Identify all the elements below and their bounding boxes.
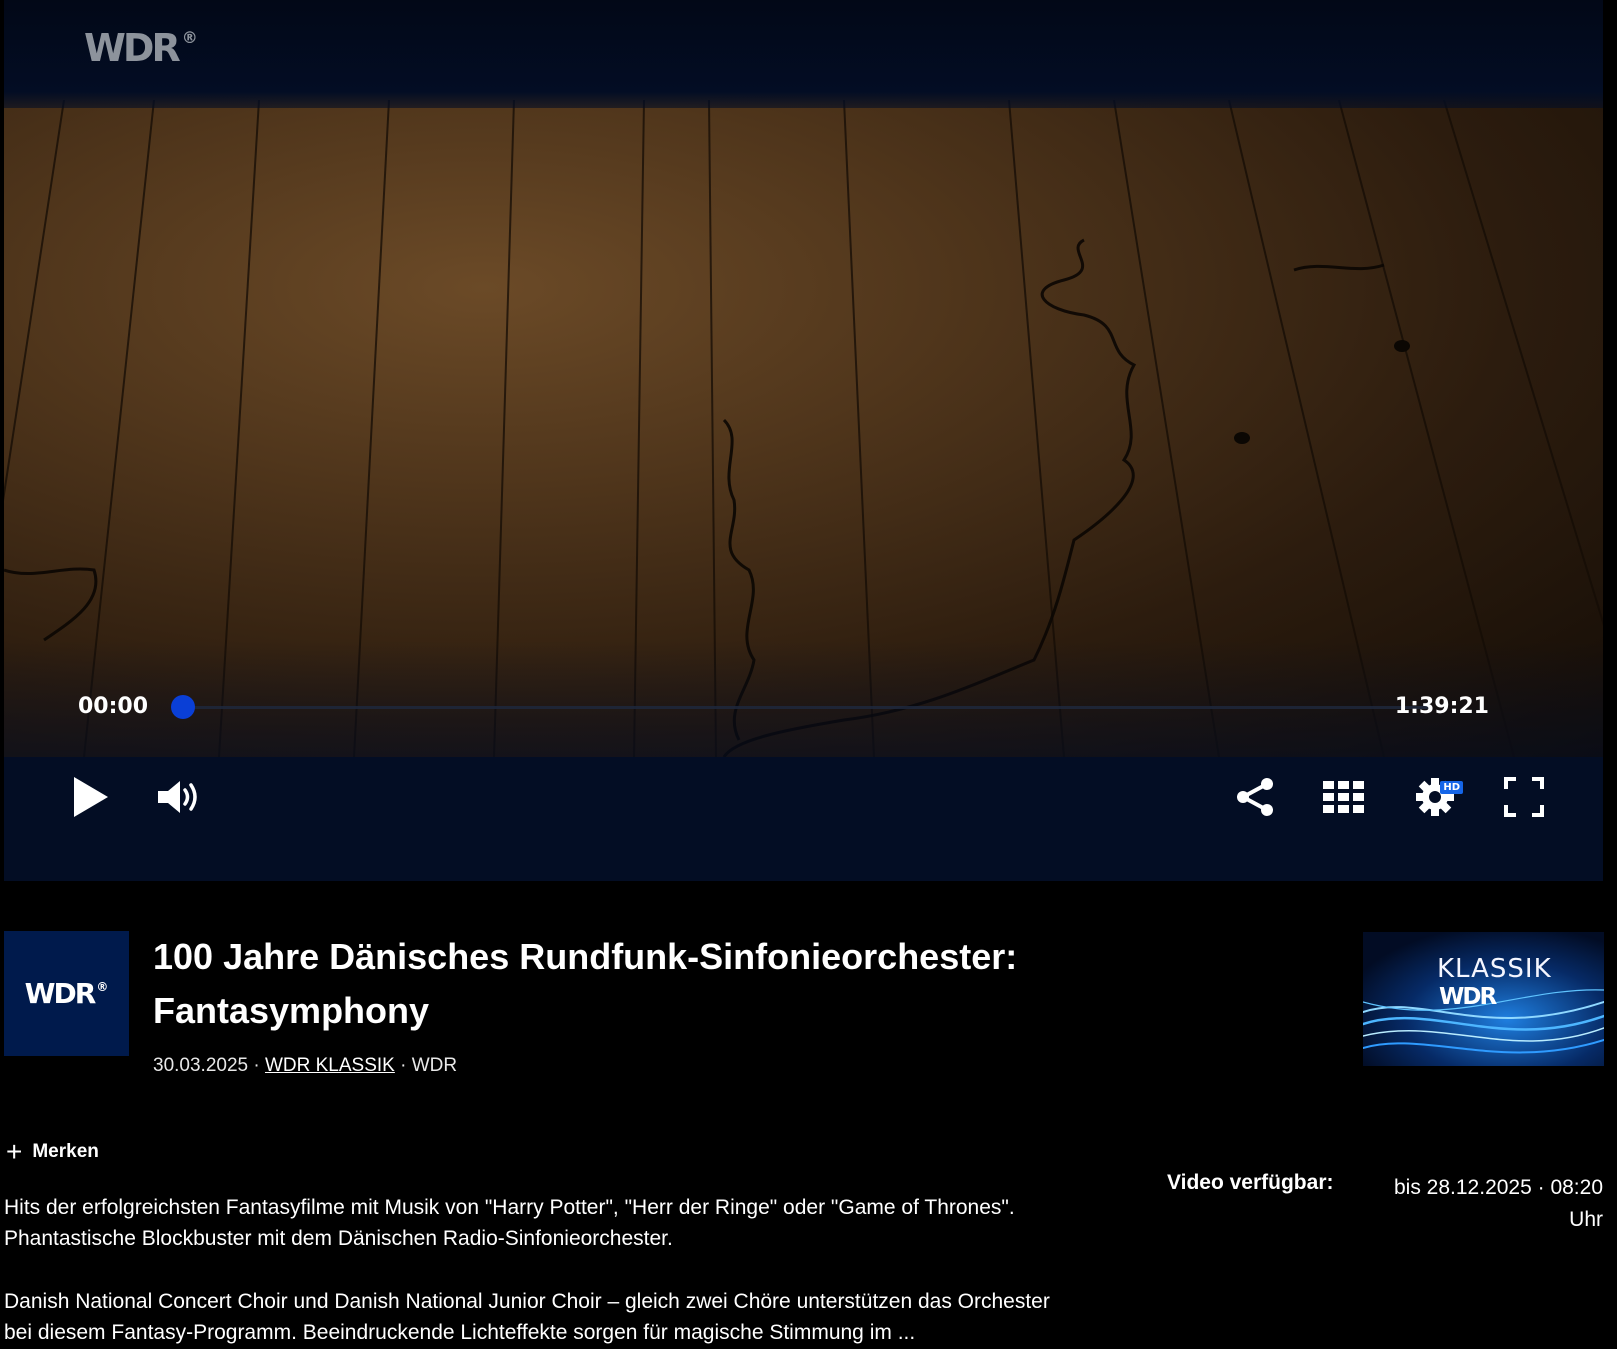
grid-icon bbox=[1323, 781, 1364, 813]
chapters-button[interactable] bbox=[1314, 767, 1374, 827]
total-duration: 1:39:21 bbox=[1394, 694, 1489, 719]
program-meta: 30.03.2025 · WDR KLASSIK · WDR bbox=[153, 1055, 458, 1076]
sender-logo-text: WDR ® bbox=[24, 977, 109, 1010]
broadcaster: WDR bbox=[411, 1055, 458, 1076]
settings-button[interactable]: HD bbox=[1403, 767, 1467, 827]
channel-thumbnail[interactable]: KLASSIK WDR bbox=[1363, 932, 1604, 1066]
plus-icon: + bbox=[6, 1136, 23, 1167]
wdr-watermark-logo: WDR ® bbox=[84, 26, 198, 70]
fullscreen-icon bbox=[1504, 777, 1544, 817]
control-bar: HD bbox=[4, 757, 1603, 881]
video-player[interactable]: WDR ® 00:00 1:39:21 HD bbox=[4, 0, 1603, 881]
share-icon bbox=[1237, 778, 1273, 816]
fullscreen-button[interactable] bbox=[1494, 767, 1554, 827]
video-bottom-fade bbox=[4, 640, 1603, 757]
availability-value: bis 28.12.2025 · 08:20 Uhr bbox=[1394, 1176, 1603, 1231]
channel-link[interactable]: WDR KLASSIK bbox=[265, 1055, 395, 1076]
channel-thumb-line1: KLASSIK bbox=[1437, 954, 1552, 984]
sender-logo[interactable]: WDR ® bbox=[4, 931, 129, 1056]
channel-thumb-line2: WDR bbox=[1439, 984, 1497, 1010]
volume-button[interactable] bbox=[149, 767, 209, 827]
merken-button[interactable]: + Merken bbox=[6, 1136, 99, 1167]
availability-label: Video verfügbar: bbox=[1167, 1171, 1334, 1194]
description-paragraph-2: Danish National Concert Choir und Danish… bbox=[4, 1290, 1050, 1344]
merken-label: Merken bbox=[32, 1141, 99, 1162]
hd-badge: HD bbox=[1440, 781, 1463, 794]
video-top-band bbox=[4, 0, 1603, 108]
play-icon bbox=[74, 777, 108, 817]
volume-icon bbox=[158, 781, 197, 813]
seek-handle[interactable] bbox=[171, 695, 195, 719]
seek-bar[interactable] bbox=[180, 706, 1428, 709]
current-time: 00:00 bbox=[78, 694, 149, 719]
video-frame[interactable]: WDR ® 00:00 1:39:21 bbox=[4, 0, 1603, 757]
description-paragraph-1: Hits der erfolgreichsten Fantasyfilme mi… bbox=[4, 1196, 1015, 1250]
broadcast-date: 30.03.2025 bbox=[153, 1055, 249, 1076]
program-title: 100 Jahre Dänisches Rundfunk-Sinfonieorc… bbox=[153, 936, 1018, 1031]
share-button[interactable] bbox=[1225, 767, 1285, 827]
play-button[interactable] bbox=[60, 767, 120, 827]
